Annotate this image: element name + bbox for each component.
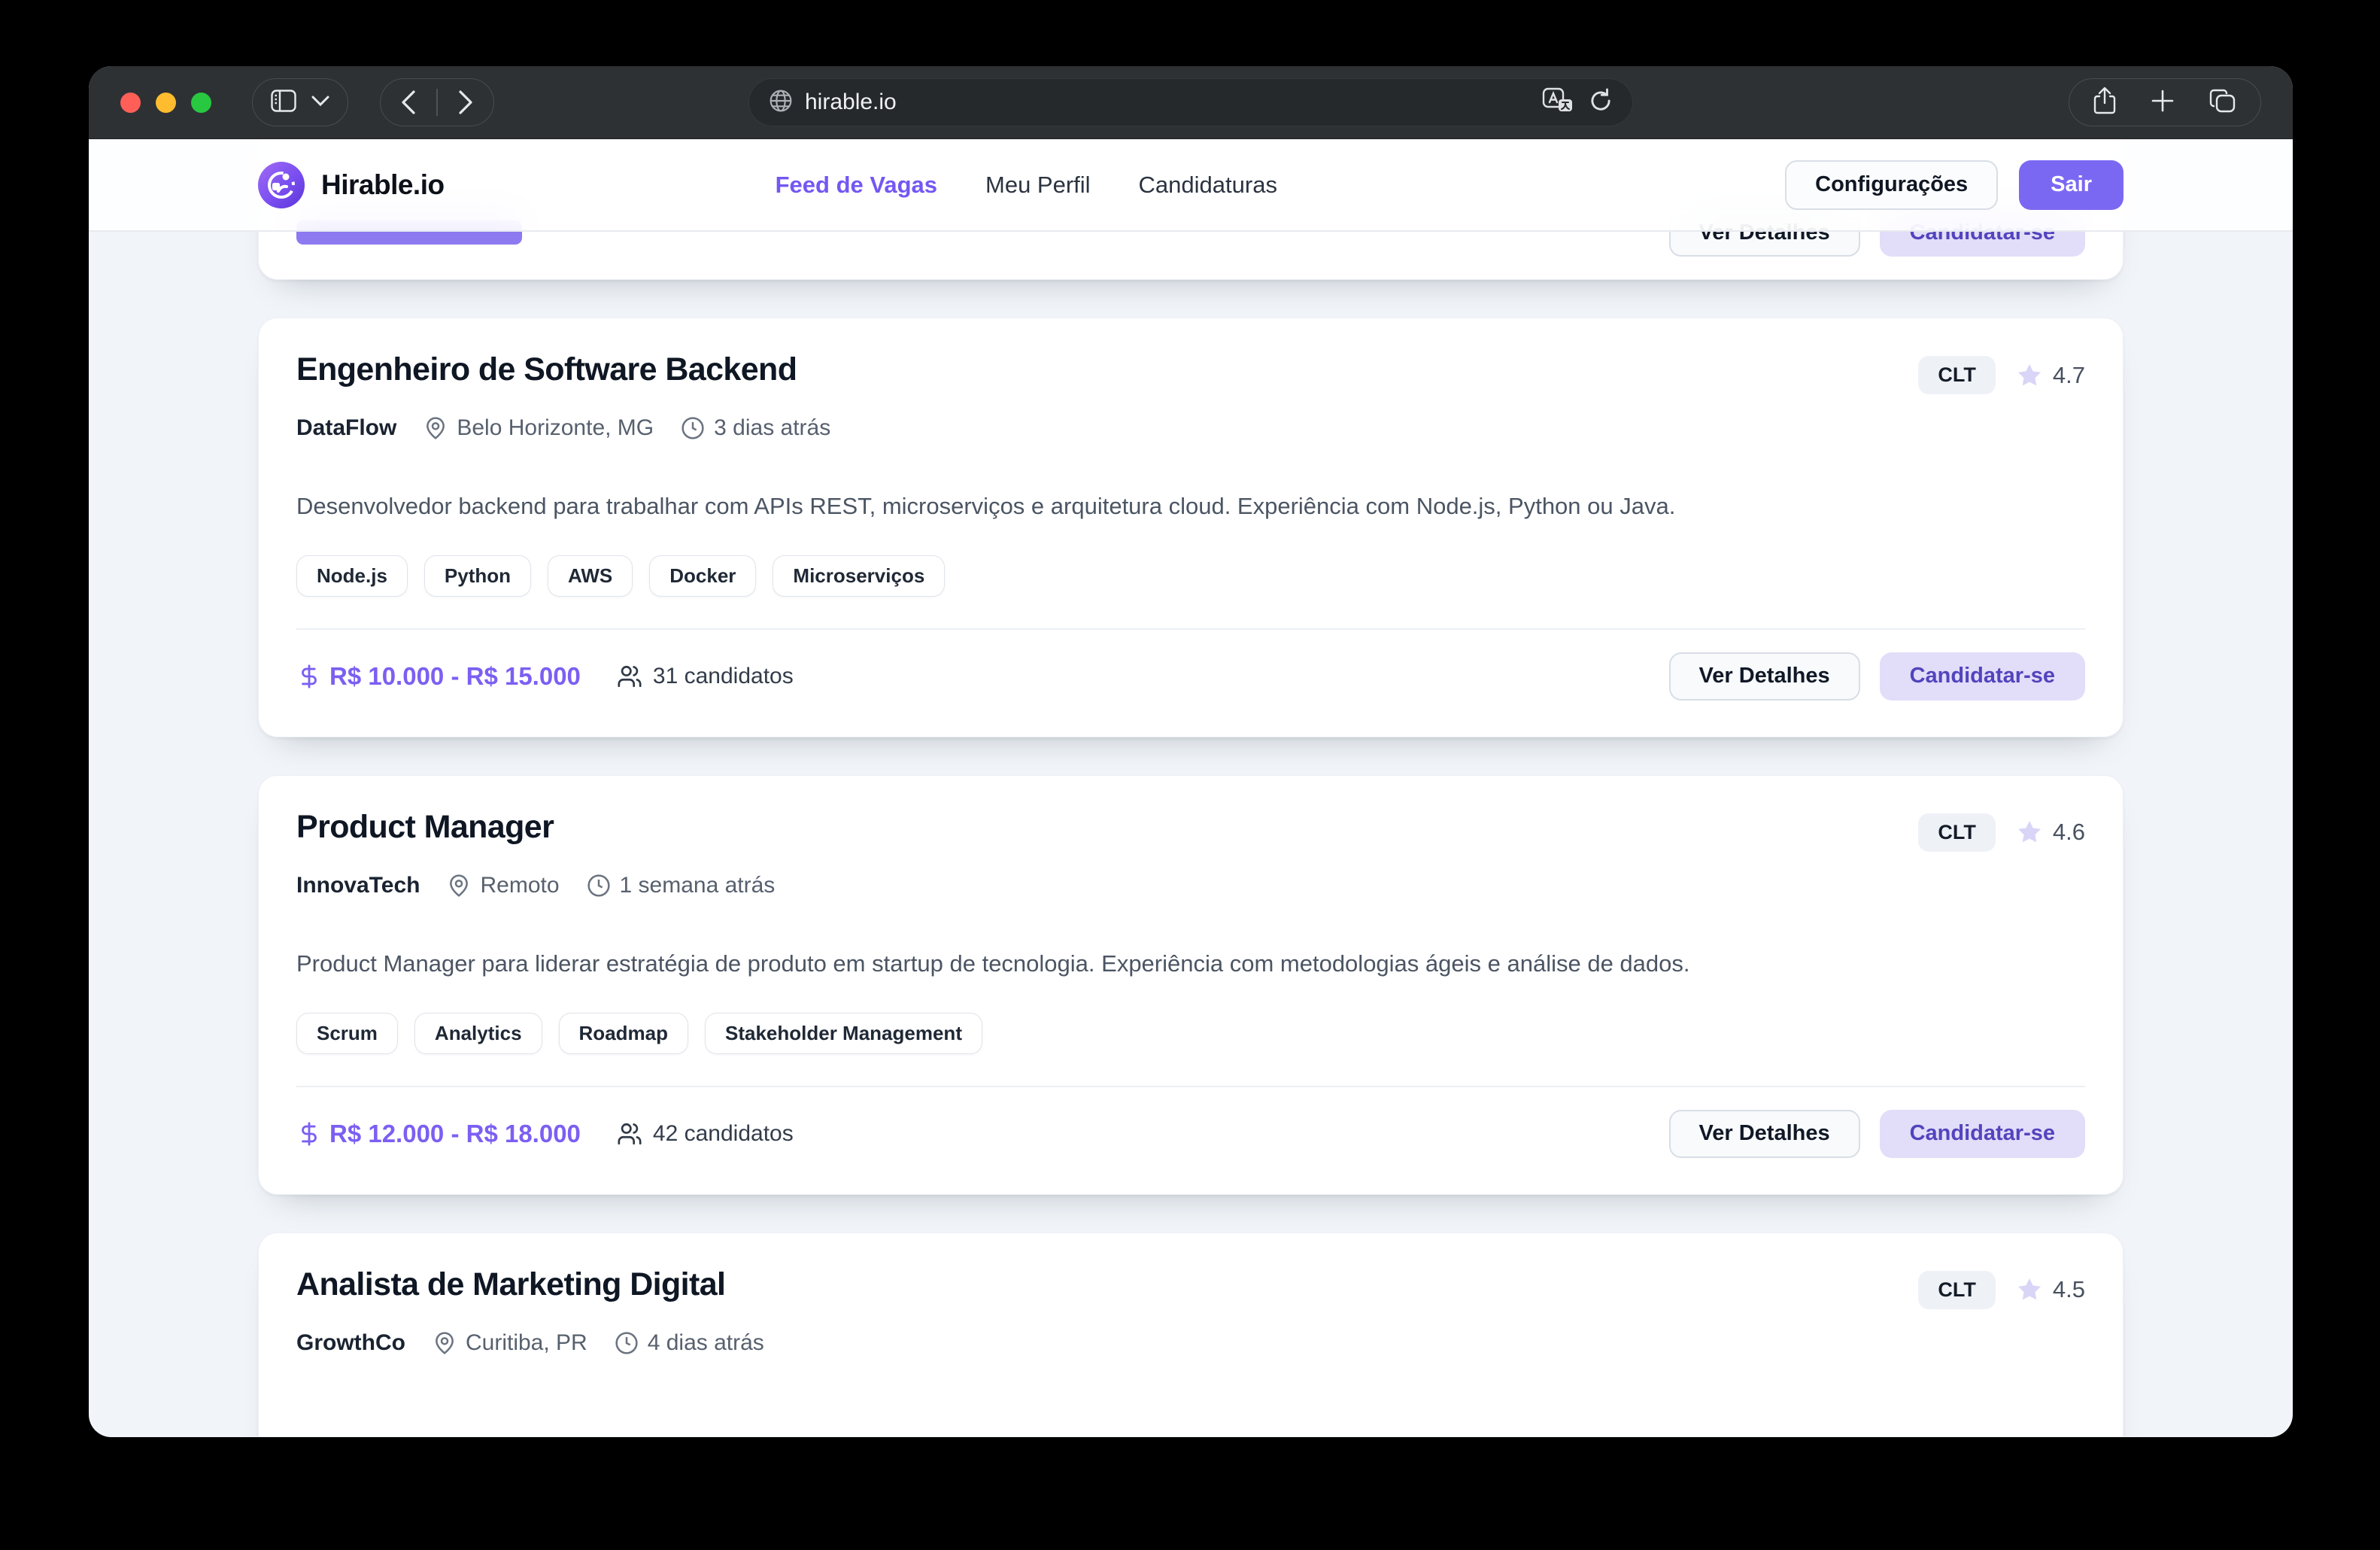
page-content: Ver Detalhes Candidatar-se Engenheiro de…	[89, 139, 2293, 1436]
job-description: Desenvolvedor backend para trabalhar com…	[296, 491, 2085, 522]
nav-feed-de-vagas[interactable]: Feed de Vagas	[776, 172, 937, 199]
history-nav-group	[380, 78, 494, 126]
view-details-button[interactable]: Ver Detalhes	[1669, 1110, 1860, 1158]
url-text: hirable.io	[805, 90, 897, 115]
zoom-window-button[interactable]	[191, 93, 211, 113]
clock-icon	[587, 874, 611, 898]
job-description: Product Manager para liderar estratégia …	[296, 948, 2085, 980]
job-title: Analista de Marketing Digital	[296, 1266, 725, 1303]
job-location: Belo Horizonte, MG	[457, 415, 654, 441]
skill-tag: Docker	[649, 555, 756, 597]
dollar-icon	[296, 664, 322, 689]
skill-tags: Node.js Python AWS Docker Microserviços	[296, 555, 2085, 597]
forward-button[interactable]	[438, 79, 493, 126]
skill-tag: Python	[424, 555, 531, 597]
reload-icon[interactable]	[1589, 88, 1613, 117]
logout-button[interactable]: Sair	[2019, 160, 2123, 210]
salary-range: R$ 10.000 - R$ 15.000	[329, 662, 581, 691]
contract-badge: CLT	[1918, 813, 1995, 852]
job-card: Product Manager CLT 4.6 Inn	[258, 775, 2123, 1195]
skill-tags: Scrum Analytics Roadmap Stakeholder Mana…	[296, 1013, 2085, 1054]
brand[interactable]: Hirable.io	[258, 162, 445, 208]
star-icon	[2015, 362, 2044, 389]
candidates-count: 42 candidatos	[653, 1121, 794, 1147]
rating-value: 4.6	[2053, 819, 2085, 846]
users-icon	[617, 1121, 642, 1147]
nav-meu-perfil[interactable]: Meu Perfil	[985, 172, 1091, 199]
rating-value: 4.7	[2053, 362, 2085, 389]
skill-tag: Stakeholder Management	[705, 1013, 982, 1054]
map-pin-icon	[447, 874, 471, 898]
job-card: Analista de Marketing Digital CLT 4.5	[258, 1232, 2123, 1436]
skill-tag: Analytics	[414, 1013, 542, 1054]
clock-icon	[681, 416, 705, 440]
sidebar-icon[interactable]	[271, 90, 296, 116]
job-card: Engenheiro de Software Backend CLT 4.7	[258, 318, 2123, 737]
address-bar[interactable]: hirable.io	[748, 78, 1633, 126]
company-name: InnovaTech	[296, 873, 420, 898]
apply-button[interactable]: Candidatar-se	[1880, 1110, 2085, 1158]
close-window-button[interactable]	[120, 93, 141, 113]
salary-range: R$ 12.000 - R$ 18.000	[329, 1120, 581, 1148]
nav-candidaturas[interactable]: Candidaturas	[1139, 172, 1277, 199]
translate-icon[interactable]	[1542, 87, 1574, 118]
tab-overview-icon[interactable]	[2209, 88, 2236, 117]
contract-badge: CLT	[1918, 356, 1995, 394]
job-location: Remoto	[480, 873, 559, 898]
company-name: DataFlow	[296, 415, 396, 441]
posted-time: 1 semana atrás	[620, 873, 776, 898]
sidebar-toggle-group	[252, 78, 348, 126]
settings-button[interactable]: Configurações	[1785, 160, 1998, 210]
traffic-lights	[120, 93, 211, 113]
contract-badge: CLT	[1918, 1271, 1995, 1309]
skill-tag: Microserviços	[773, 555, 945, 597]
candidates-count: 31 candidatos	[653, 664, 794, 689]
globe-icon	[769, 89, 793, 117]
minimize-window-button[interactable]	[156, 93, 176, 113]
apply-button[interactable]: Candidatar-se	[1880, 652, 2085, 701]
star-icon	[2015, 1276, 2044, 1303]
skill-tag: Roadmap	[559, 1013, 688, 1054]
brand-name: Hirable.io	[321, 169, 445, 201]
browser-window: hirable.io	[89, 66, 2293, 1437]
toolbar-actions-group	[2069, 78, 2261, 126]
job-feed: Ver Detalhes Candidatar-se Engenheiro de…	[258, 139, 2123, 1436]
page-viewport: Ver Detalhes Candidatar-se Engenheiro de…	[89, 139, 2293, 1436]
view-details-button[interactable]: Ver Detalhes	[1669, 652, 1860, 701]
new-tab-icon[interactable]	[2151, 89, 2175, 117]
brand-logo-icon	[258, 162, 305, 208]
map-pin-icon	[423, 416, 448, 440]
site-header: Hirable.io Feed de Vagas Meu Perfil Cand…	[89, 139, 2293, 232]
skill-tag: Scrum	[296, 1013, 398, 1054]
skill-tag: Node.js	[296, 555, 408, 597]
map-pin-icon	[433, 1331, 457, 1355]
main-nav: Feed de Vagas Meu Perfil Candidaturas	[776, 172, 1277, 199]
clock-icon	[615, 1331, 639, 1355]
dollar-icon	[296, 1121, 322, 1147]
users-icon	[617, 664, 642, 689]
back-button[interactable]	[381, 79, 436, 126]
star-icon	[2015, 819, 2044, 846]
share-icon[interactable]	[2093, 87, 2116, 119]
browser-toolbar: hirable.io	[89, 66, 2293, 139]
posted-time: 3 dias atrás	[714, 415, 830, 441]
company-name: GrowthCo	[296, 1330, 405, 1356]
rating-value: 4.5	[2053, 1276, 2085, 1303]
chevron-down-icon[interactable]	[311, 96, 329, 110]
job-title: Product Manager	[296, 809, 554, 846]
skill-tag: AWS	[548, 555, 633, 597]
job-title: Engenheiro de Software Backend	[296, 351, 797, 388]
posted-time: 4 dias atrás	[648, 1330, 764, 1356]
job-location: Curitiba, PR	[466, 1330, 587, 1356]
